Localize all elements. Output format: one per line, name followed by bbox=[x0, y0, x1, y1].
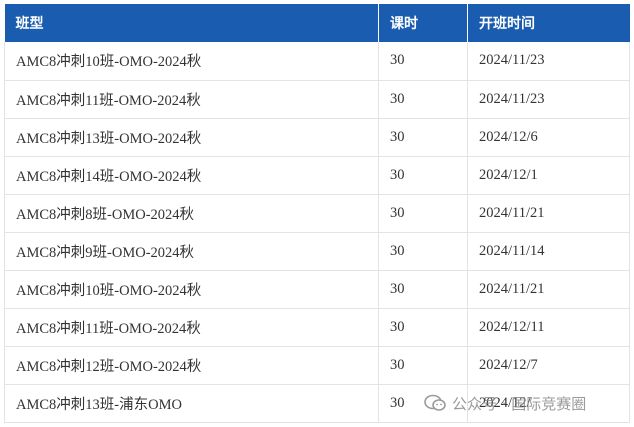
hours-cell: 30 bbox=[378, 308, 468, 347]
start-date-cell: 2024/12/6 bbox=[467, 118, 630, 157]
class-type-cell: AMC8冲刺13班-浦东OMO bbox=[4, 384, 379, 423]
hours-cell: 30 bbox=[378, 156, 468, 195]
table-row: AMC8冲刺10班-OMO-2024秋 30 2024/11/21 bbox=[4, 270, 630, 309]
start-date-cell: 2024/12/1 bbox=[467, 156, 630, 195]
class-type-cell: AMC8冲刺12班-OMO-2024秋 bbox=[4, 346, 379, 385]
start-date-cell: 2024/11/23 bbox=[467, 80, 630, 119]
table-header-row: 班型 课时 开班时间 bbox=[4, 4, 630, 42]
class-type-cell: AMC8冲刺10班-OMO-2024秋 bbox=[4, 42, 379, 81]
header-hours: 课时 bbox=[378, 4, 468, 42]
table-row: AMC8冲刺9班-OMO-2024秋 30 2024/11/14 bbox=[4, 232, 630, 271]
class-type-cell: AMC8冲刺10班-OMO-2024秋 bbox=[4, 270, 379, 309]
class-type-cell: AMC8冲刺14班-OMO-2024秋 bbox=[4, 156, 379, 195]
start-date-cell: 2024/11/14 bbox=[467, 232, 630, 271]
watermark-text: 公众号 · 国际竞赛圈 bbox=[452, 394, 587, 413]
table-row: AMC8冲刺12班-OMO-2024秋 30 2024/12/7 bbox=[4, 346, 630, 385]
start-date-cell: 2024/11/21 bbox=[467, 270, 630, 309]
hours-cell: 30 bbox=[378, 232, 468, 271]
table-row: AMC8冲刺14班-OMO-2024秋 30 2024/12/1 bbox=[4, 156, 630, 195]
class-schedule-table-container: 班型 课时 开班时间 AMC8冲刺10班-OMO-2024秋 30 2024/11/… bbox=[4, 4, 630, 423]
start-date-cell: 2024/11/23 bbox=[467, 42, 630, 81]
hours-cell: 30 bbox=[378, 270, 468, 309]
start-date-cell: 2024/12/7 bbox=[467, 346, 630, 385]
header-class-type: 班型 bbox=[4, 4, 379, 42]
class-type-cell: AMC8冲刺8班-OMO-2024秋 bbox=[4, 194, 379, 233]
class-schedule-table: 班型 课时 开班时间 AMC8冲刺10班-OMO-2024秋 30 2024/11/… bbox=[4, 4, 630, 423]
table-row: AMC8冲刺11班-OMO-2024秋 30 2024/12/11 bbox=[4, 308, 630, 347]
watermark: 公众号 · 国际竞赛圈 bbox=[424, 391, 586, 415]
class-type-cell: AMC8冲刺11班-OMO-2024秋 bbox=[4, 80, 379, 119]
class-type-cell: AMC8冲刺13班-OMO-2024秋 bbox=[4, 118, 379, 157]
hours-cell: 30 bbox=[378, 194, 468, 233]
hours-cell: 30 bbox=[378, 346, 468, 385]
start-date-cell: 2024/11/21 bbox=[467, 194, 630, 233]
start-date-cell: 2024/12/11 bbox=[467, 308, 630, 347]
table-row: AMC8冲刺10班-OMO-2024秋 30 2024/11/23 bbox=[4, 42, 630, 81]
table-row: AMC8冲刺8班-OMO-2024秋 30 2024/11/21 bbox=[4, 194, 630, 233]
hours-cell: 30 bbox=[378, 118, 468, 157]
header-start-date: 开班时间 bbox=[467, 4, 630, 42]
class-type-cell: AMC8冲刺9班-OMO-2024秋 bbox=[4, 232, 379, 271]
wechat-official-account-icon bbox=[424, 394, 446, 411]
class-type-cell: AMC8冲刺11班-OMO-2024秋 bbox=[4, 308, 379, 347]
hours-cell: 30 bbox=[378, 42, 468, 81]
table-row: AMC8冲刺11班-OMO-2024秋 30 2024/11/23 bbox=[4, 80, 630, 119]
hours-cell: 30 bbox=[378, 80, 468, 119]
table-row: AMC8冲刺13班-OMO-2024秋 30 2024/12/6 bbox=[4, 118, 630, 157]
